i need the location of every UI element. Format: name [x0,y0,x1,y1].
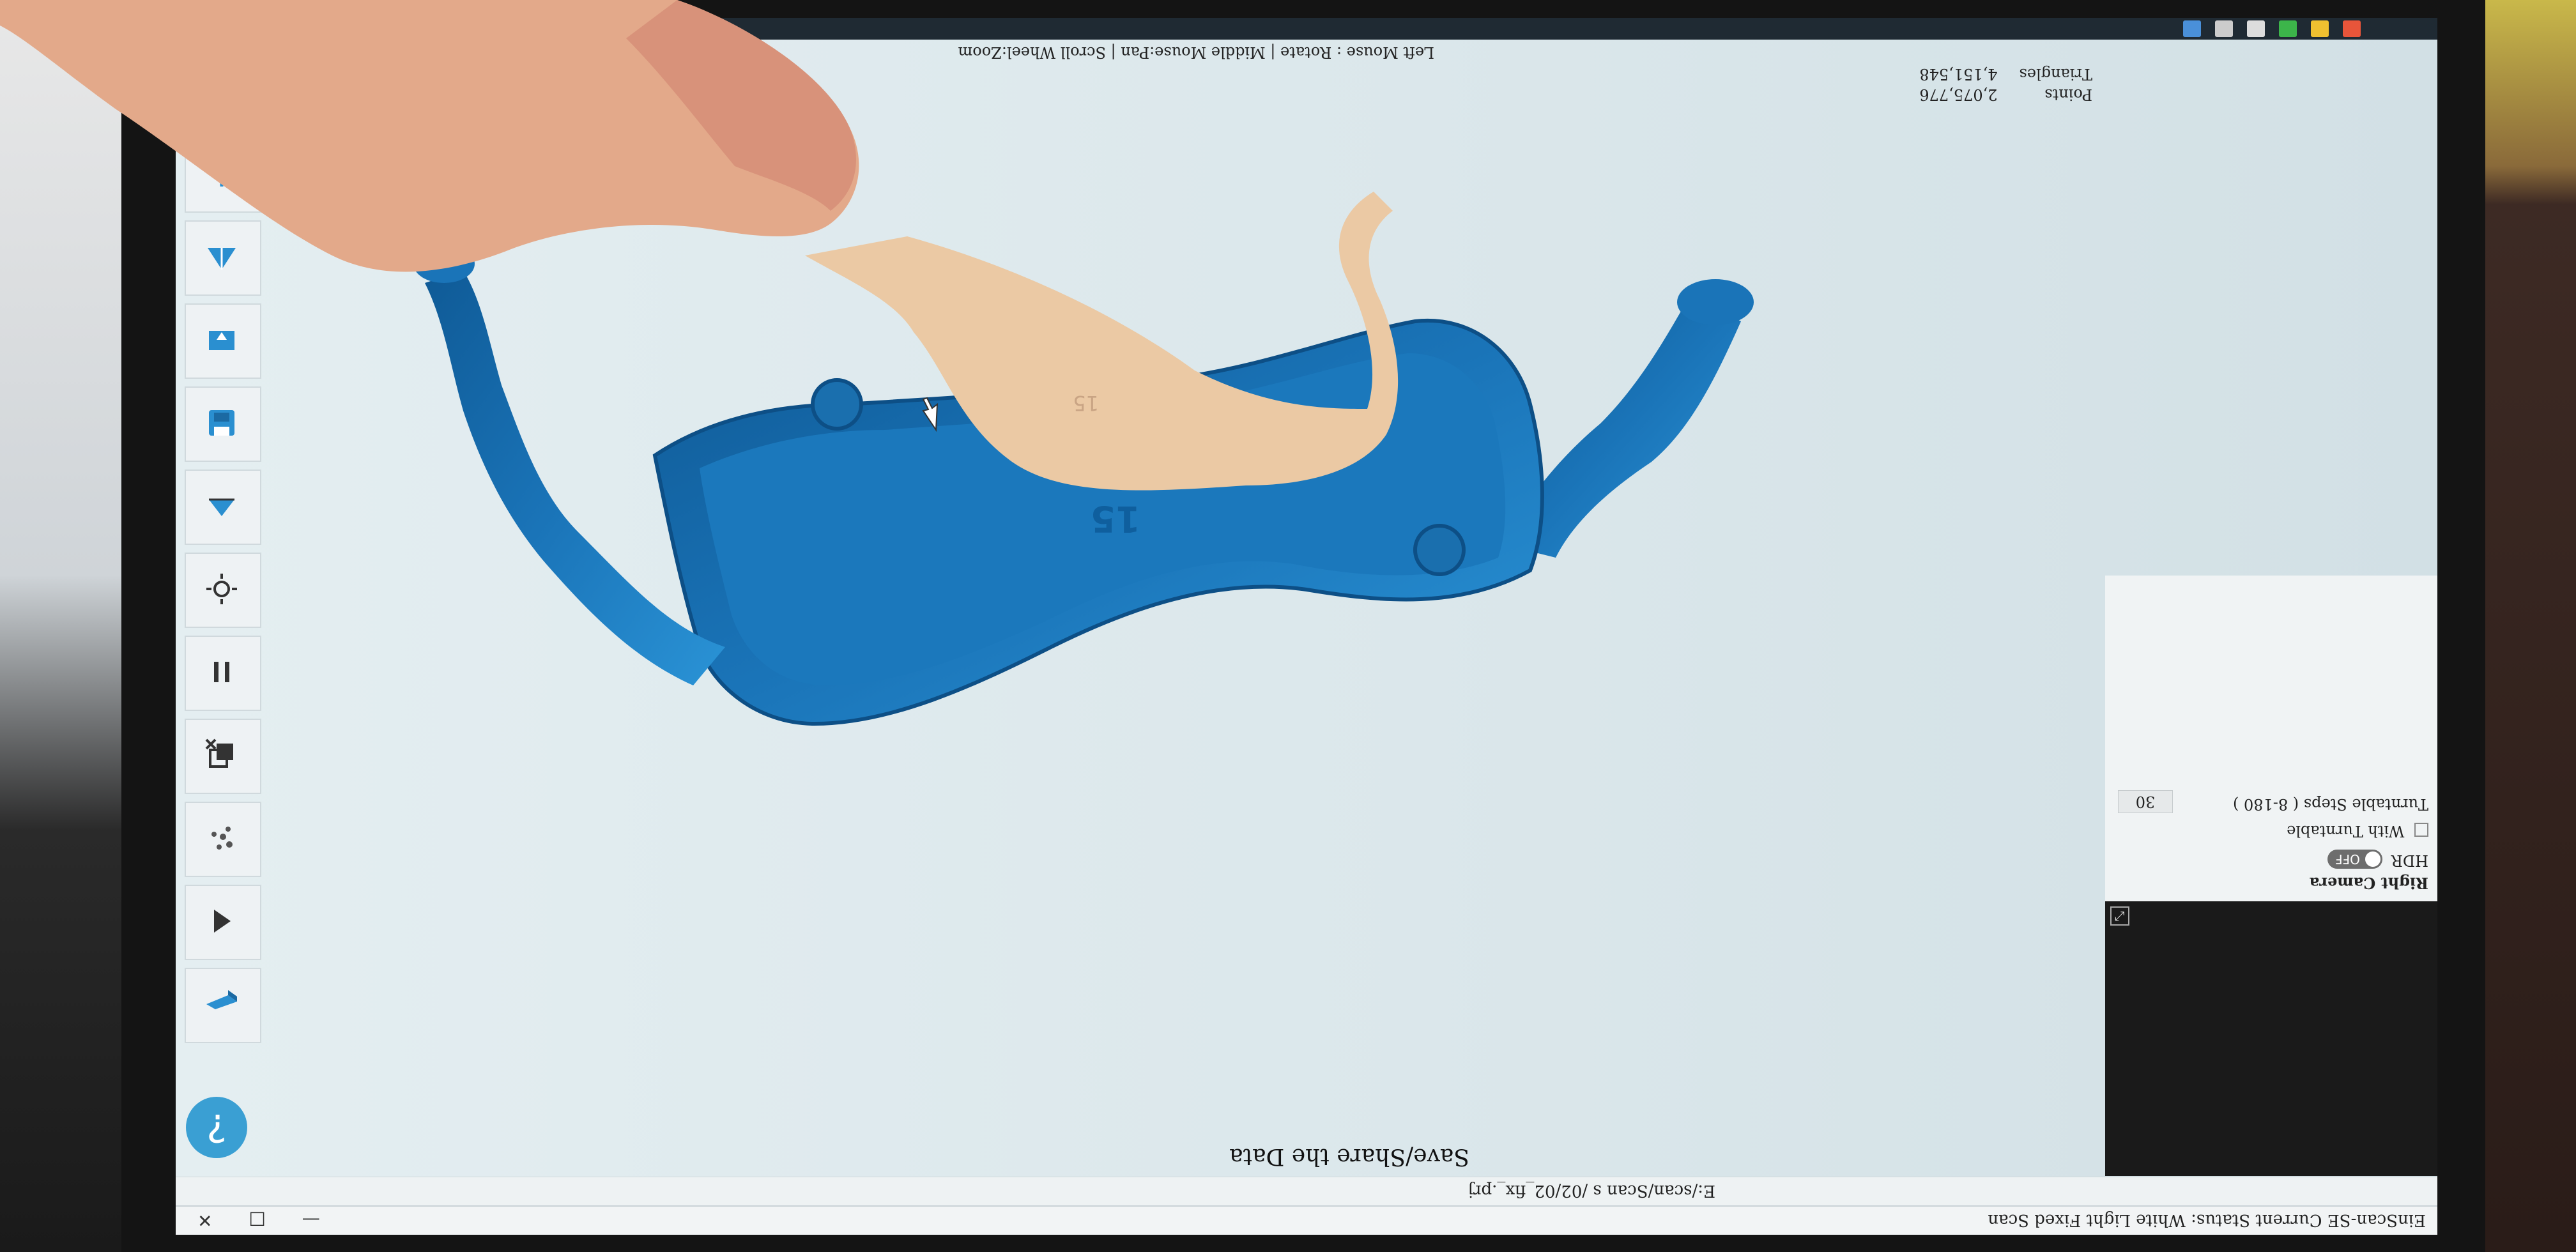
printed-model [805,192,1399,491]
photo-foreground: 15 [0,0,1399,491]
printed-model-engraving: 15 [1073,391,1099,415]
